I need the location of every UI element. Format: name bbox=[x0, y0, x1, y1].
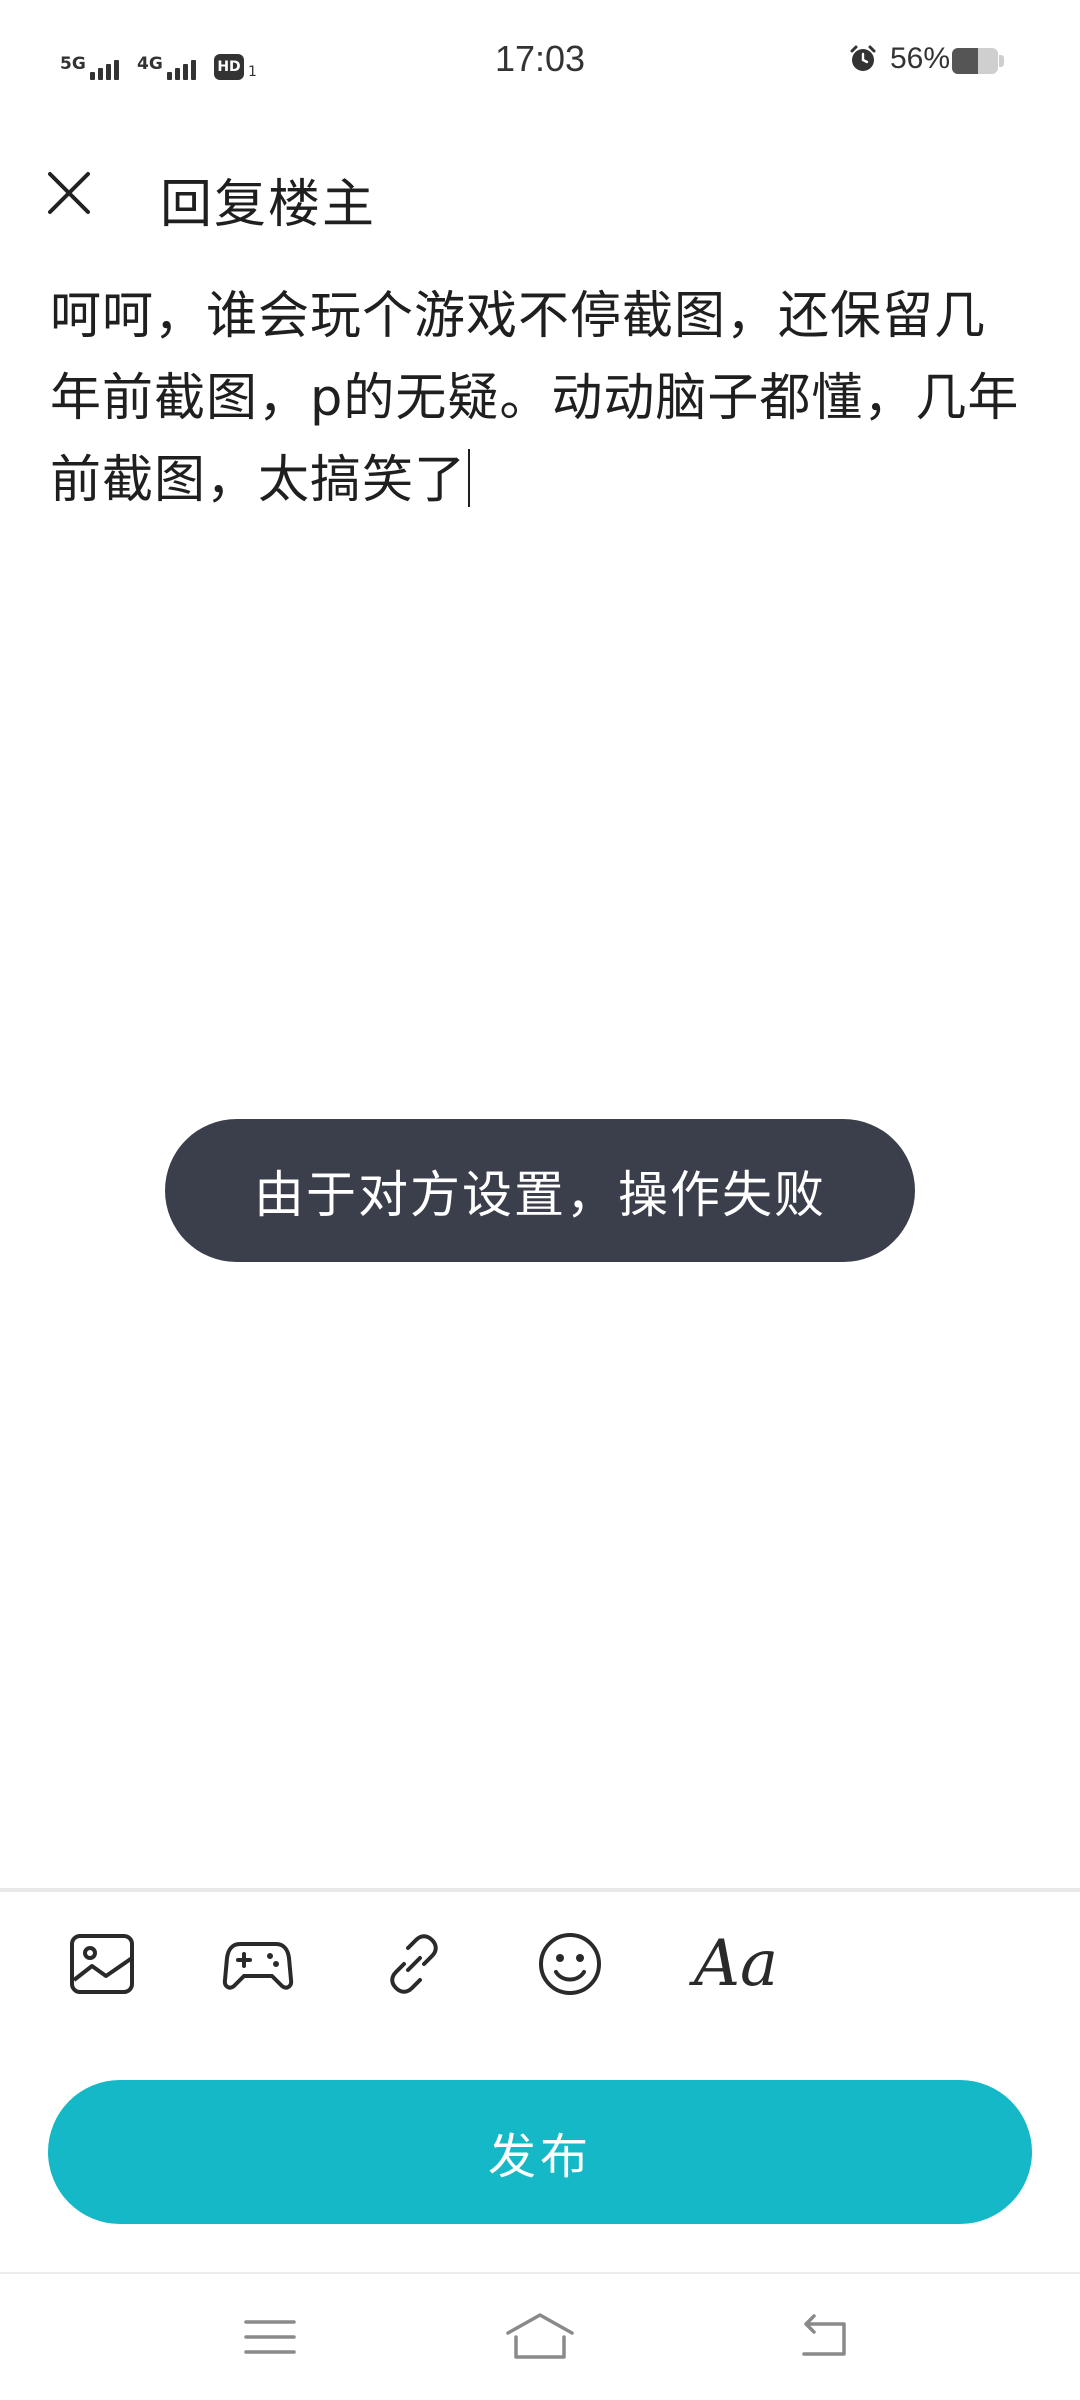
menu-button[interactable] bbox=[230, 2304, 310, 2370]
editor-toolbar: Aa bbox=[0, 1892, 1080, 2032]
status-bar: 5G 4G HD 1 17:03 56% bbox=[0, 0, 1080, 124]
insert-emoji-button[interactable] bbox=[530, 1924, 610, 2004]
home-icon bbox=[506, 2313, 574, 2359]
publish-button[interactable]: 发布 bbox=[48, 2080, 1032, 2224]
close-button[interactable] bbox=[36, 160, 102, 226]
editor-text: 呵呵，谁会玩个游戏不停截图，还保留几年前截图，p的无疑。动动脑子都懂，几年前截图… bbox=[50, 287, 1020, 510]
insert-game-button[interactable] bbox=[218, 1924, 298, 2004]
font-style-button[interactable]: Aa bbox=[686, 1924, 786, 2004]
system-nav-bar bbox=[0, 2274, 1080, 2400]
battery-fill bbox=[952, 48, 978, 74]
alarm-icon bbox=[850, 45, 876, 71]
battery-icon bbox=[952, 48, 998, 74]
back-icon bbox=[802, 2314, 846, 2356]
status-right: 56% bbox=[848, 42, 950, 76]
home-button[interactable] bbox=[500, 2304, 580, 2370]
menu-icon bbox=[244, 2320, 296, 2354]
reply-header: 回复楼主 bbox=[0, 124, 1080, 264]
back-button[interactable] bbox=[784, 2304, 864, 2370]
close-icon bbox=[48, 172, 90, 214]
insert-image-button[interactable] bbox=[62, 1924, 142, 2004]
emoji-icon bbox=[539, 1933, 601, 1995]
text-caret bbox=[468, 449, 471, 507]
reply-editor[interactable]: 呵呵，谁会玩个游戏不停截图，还保留几年前截图，p的无疑。动动脑子都懂，几年前截图… bbox=[50, 276, 1030, 522]
font-icon: Aa bbox=[693, 1927, 779, 2001]
battery-percent: 56% bbox=[889, 42, 950, 75]
gamepad-icon bbox=[222, 1942, 294, 1990]
toast-message: 由于对方设置，操作失败 bbox=[165, 1119, 915, 1262]
page-title: 回复楼主 bbox=[160, 175, 377, 235]
battery-nub bbox=[999, 55, 1004, 67]
insert-link-button[interactable] bbox=[374, 1924, 454, 2004]
image-icon bbox=[70, 1934, 134, 1994]
link-icon bbox=[390, 1934, 438, 1994]
